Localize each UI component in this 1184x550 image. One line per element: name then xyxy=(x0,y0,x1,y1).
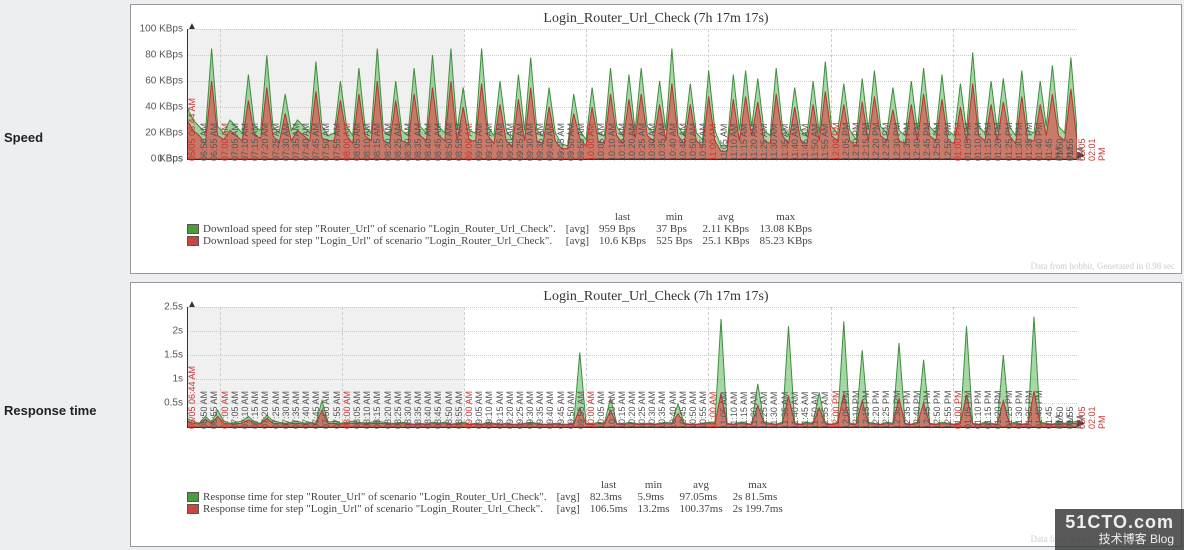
legend-swatch-red xyxy=(187,504,199,514)
stat-hdr-min: min xyxy=(656,211,702,223)
legend-text-red: Response time for step "Login_Url" of sc… xyxy=(203,503,543,515)
brand-badge: 51CTO.com 技术博客 Blog xyxy=(1055,509,1184,550)
brand-line1: 51CTO.com xyxy=(1065,513,1174,533)
stat-hdr-avg: avg xyxy=(702,211,759,223)
green-avg: 2.11 KBps xyxy=(702,223,759,235)
speed-legend: last min avg max Download speed for step… xyxy=(187,211,1181,247)
red-max: 85.23 KBps xyxy=(760,235,823,247)
response-label: Response time xyxy=(0,403,130,418)
green-max: 13.08 KBps xyxy=(760,223,823,235)
stat-label: [avg] xyxy=(566,223,599,235)
legend-text-green: Response time for step "Router_Url" of s… xyxy=(203,491,547,503)
green-max: 2s 81.5ms xyxy=(733,491,793,503)
red-last: 106.5ms xyxy=(590,503,638,515)
watermark: Data from hobbit, Generated in 0.98 sec xyxy=(1031,261,1175,271)
green-min: 5.9ms xyxy=(637,491,679,503)
stat-hdr-last: last xyxy=(590,479,638,491)
stat-hdr-max: max xyxy=(760,211,823,223)
stat-label: [avg] xyxy=(566,235,599,247)
speed-title: Login_Router_Url_Check (7h 17m 17s) xyxy=(131,5,1181,29)
response-legend: last min avg max Response time for step … xyxy=(187,479,1181,515)
legend-swatch-red xyxy=(187,236,199,246)
red-last: 10.6 KBps xyxy=(599,235,656,247)
green-avg: 97.05ms xyxy=(680,491,733,503)
red-min: 13.2ms xyxy=(637,503,679,515)
response-panel: Login_Router_Url_Check (7h 17m 17s) ▲ ▶ … xyxy=(130,282,1182,547)
stat-hdr-min: min xyxy=(637,479,679,491)
stat-label: [avg] xyxy=(557,503,590,515)
speed-panel: Login_Router_Url_Check (7h 17m 17s) ▲ ▶ … xyxy=(130,4,1182,274)
stat-hdr-last: last xyxy=(599,211,656,223)
legend-text-green: Download speed for step "Router_Url" of … xyxy=(203,223,556,235)
legend-swatch-green xyxy=(187,492,199,502)
green-last: 82.3ms xyxy=(590,491,638,503)
speed-xaxis: 05/05 06:44 AM06:50 AM06:55 AM07:00 AM07… xyxy=(187,159,1077,207)
red-avg: 25.1 KBps xyxy=(702,235,759,247)
stat-hdr-max: max xyxy=(733,479,793,491)
red-max: 2s 199.7ms xyxy=(733,503,793,515)
green-min: 37 Bps xyxy=(656,223,702,235)
speed-label: Speed xyxy=(0,130,130,145)
legend-swatch-green xyxy=(187,224,199,234)
red-avg: 100.37ms xyxy=(680,503,733,515)
red-min: 525 Bps xyxy=(656,235,702,247)
brand-line2: 技术博客 Blog xyxy=(1065,533,1174,546)
stat-label: [avg] xyxy=(557,491,590,503)
stat-hdr-avg: avg xyxy=(680,479,733,491)
green-last: 959 Bps xyxy=(599,223,656,235)
response-title: Login_Router_Url_Check (7h 17m 17s) xyxy=(131,283,1181,307)
legend-text-red: Download speed for step "Login_Url" of s… xyxy=(203,235,552,247)
response-xaxis: 05/05 06:44 AM06:50 AM06:55 AM07:00 AM07… xyxy=(187,427,1077,475)
